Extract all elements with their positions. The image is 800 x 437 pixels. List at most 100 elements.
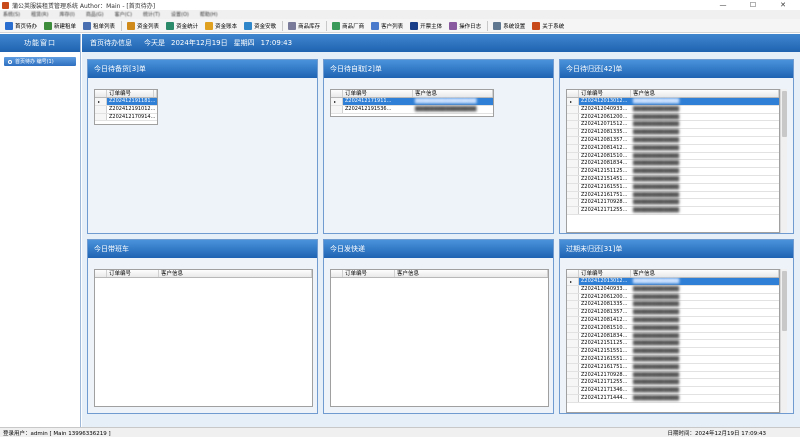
row-indicator (567, 387, 579, 394)
grid-header: 订单编号客户信息 (567, 90, 779, 98)
table-row[interactable]: Z202412040933... ████████████ (567, 285, 779, 294)
table-row[interactable]: Z202412151125... ████████████ (567, 340, 779, 349)
order-no-cell: Z202412171444... (581, 394, 628, 401)
column-header-order-no[interactable]: 订单编号 (107, 270, 159, 277)
menu-item-goods[interactable]: 商品(G) (86, 11, 104, 18)
scrollbar[interactable] (780, 269, 787, 413)
table-row[interactable]: Z202412081335... ████████████ (567, 301, 779, 310)
column-header-customer[interactable]: 客户信息 (154, 90, 157, 97)
table-row[interactable]: Z202412081357... ████████████ (567, 136, 779, 145)
table-row[interactable]: Z202412170914...████████████████ (95, 113, 157, 122)
column-header-customer[interactable]: 客户信息 (413, 90, 493, 97)
table-row[interactable]: Z202412061200... ████████████ (567, 293, 779, 302)
about-system-button[interactable]: 关于系统 (529, 20, 567, 32)
table-row[interactable]: Z202412161551... ████████████ (567, 183, 779, 192)
panel-shuttle-today: 今日带班车 订单编号 客户信息 (87, 239, 318, 414)
fund-transfer-button[interactable]: 资金安歌 (241, 20, 279, 32)
table-row[interactable]: Z202412081834... ████████████ (567, 160, 779, 169)
table-row[interactable]: ▸ Z202412171911... ████████████████ (331, 98, 493, 106)
row-indicator (567, 340, 579, 348)
orders-grid[interactable]: 订单编号客户信息▸Z202412191181...███████████████… (94, 89, 158, 125)
column-header-customer[interactable]: 客户信息 (631, 270, 779, 277)
column-header-order-no[interactable]: 订单编号 (579, 270, 631, 277)
order-no-cell: Z202412081834... (581, 160, 628, 167)
order-no-cell: Z202412040933... (581, 285, 628, 292)
menu-item-settings[interactable]: 设置(O) (171, 11, 189, 18)
customer-info-cell: ████████████ (633, 371, 680, 378)
goods-vendor-button[interactable]: 商品厂商 (329, 20, 367, 32)
scrollbar[interactable] (780, 89, 787, 233)
orders-grid[interactable]: 订单编号 客户信息 (330, 269, 549, 407)
table-row[interactable]: Z202412151451... ████████████ (567, 175, 779, 184)
table-row[interactable]: Z202412040933... ████████████ (567, 105, 779, 114)
maximize-button[interactable]: ☐ (742, 0, 764, 10)
table-row[interactable]: Z202412081510... ████████████ (567, 324, 779, 333)
invoice-entity-button[interactable]: 开票主体 (407, 20, 445, 32)
table-row[interactable]: Z202412081335... ████████████ (567, 129, 779, 137)
menu-item-help[interactable]: 帮助(H) (200, 11, 218, 18)
fund-stats-button[interactable]: 资金统计 (163, 20, 201, 32)
order-list-button[interactable]: 租单列表 (80, 20, 118, 32)
new-order-button[interactable]: 新建租单 (41, 20, 79, 32)
column-header-customer[interactable]: 客户信息 (631, 90, 779, 97)
table-row[interactable]: ▸ Z202412013012... ████████████ (567, 98, 779, 106)
table-row[interactable]: Z202412081834... ████████████ (567, 332, 779, 341)
menu-item-inventory[interactable]: 库存(I) (59, 11, 74, 18)
row-indicator (567, 394, 579, 402)
column-header-order-no[interactable]: 订单编号 (343, 90, 413, 97)
column-header-order-no[interactable]: 订单编号 (343, 270, 395, 277)
fund-ledger-button[interactable]: 资金账本 (202, 20, 240, 32)
home-todo-button[interactable]: 首页待办 (2, 20, 40, 32)
table-row[interactable]: Z202412161551... ████████████ (567, 355, 779, 364)
table-row[interactable]: Z202412170928... ████████████ (567, 371, 779, 380)
menu-item-system[interactable]: 系统(S) (3, 11, 20, 18)
table-row[interactable]: Z202412061200... ████████████ (567, 113, 779, 122)
radio-dot-icon (8, 59, 12, 64)
table-row[interactable]: Z202412191536... ████████████████ (331, 105, 493, 114)
table-row[interactable]: Z202412071512... ████████████ (567, 121, 779, 130)
table-row[interactable]: Z202412171346... ████████████ (567, 387, 779, 395)
close-button[interactable]: ✕ (772, 0, 794, 10)
column-header-order-no[interactable]: 订单编号 (107, 90, 154, 97)
table-row[interactable]: Z202412171255... ████████████ (567, 207, 779, 215)
table-row[interactable]: Z202412081412... ████████████ (567, 144, 779, 153)
column-header-customer[interactable]: 客户信息 (159, 270, 312, 277)
scrollbar-thumb[interactable] (782, 91, 787, 137)
table-row[interactable]: Z202412161751... ████████████ (567, 191, 779, 200)
orders-grid[interactable]: 订单编号 客户信息 ▸ Z202412171911... ███████████████… (330, 89, 494, 117)
sidebar-item-home-todo[interactable]: 首页待办 编号(1) (4, 57, 76, 66)
goods-stock-button[interactable]: 商品库存 (285, 20, 323, 32)
menu-item-customer[interactable]: 客户(C) (115, 11, 132, 18)
table-row[interactable]: Z202412151551... ████████████ (567, 348, 779, 356)
fund-list-button[interactable]: 资金列表 (124, 20, 162, 32)
table-row[interactable]: ▸ Z202412013012... ████████████ (567, 278, 779, 286)
scrollbar-thumb[interactable] (782, 271, 787, 331)
orders-grid[interactable]: 订单编号 客户信息 ▸ Z202412013012... ████████████ Z20… (566, 269, 780, 413)
table-row[interactable]: Z202412151125... ████████████ (567, 168, 779, 176)
panel-to-pickup: 今日待自取[2]单 订单编号 客户信息 ▸ Z202412171911... █████… (323, 59, 554, 234)
menu-item-rental[interactable]: 租赁(R) (31, 11, 48, 18)
table-row[interactable]: Z202412191012...████████████████ (95, 105, 157, 114)
table-row[interactable]: ▸Z202412191181...████████████████ (95, 98, 157, 106)
table-row[interactable]: Z202412081357... ████████████ (567, 309, 779, 317)
toolbar-button-label: 开票主体 (420, 23, 443, 30)
menu-item-stats[interactable]: 统计(T) (143, 11, 160, 18)
toolbar-separator (282, 20, 284, 31)
column-header-customer[interactable]: 客户信息 (395, 270, 548, 277)
minimize-button[interactable]: — (712, 0, 734, 10)
customer-info-cell: ████████████ (633, 207, 680, 214)
table-row[interactable]: Z202412171444... ████████████ (567, 394, 779, 403)
table-row[interactable]: Z202412161751... ████████████ (567, 363, 779, 372)
column-header-order-no[interactable]: 订单编号 (579, 90, 631, 97)
table-row[interactable]: Z202412081412... ████████████ (567, 316, 779, 325)
table-row[interactable]: Z202412170928... ████████████ (567, 199, 779, 208)
table-row[interactable]: Z202412081510... ████████████ (567, 152, 779, 161)
customer-list-button[interactable]: 客户列表 (368, 20, 406, 32)
row-indicator (567, 355, 579, 363)
orders-grid[interactable]: 订单编号 客户信息 (94, 269, 313, 407)
title-bar: 蒲公英服装租赁管理系统 Author：Main - [首页待办] — ☐ ✕ (0, 0, 800, 10)
system-settings-button[interactable]: 系统设置 (490, 20, 528, 32)
table-row[interactable]: Z202412171255... ████████████ (567, 379, 779, 388)
operation-log-button[interactable]: 操作日志 (446, 20, 484, 32)
orders-grid[interactable]: 订单编号 客户信息 ▸ Z202412013012... ████████████ Z20… (566, 89, 780, 233)
